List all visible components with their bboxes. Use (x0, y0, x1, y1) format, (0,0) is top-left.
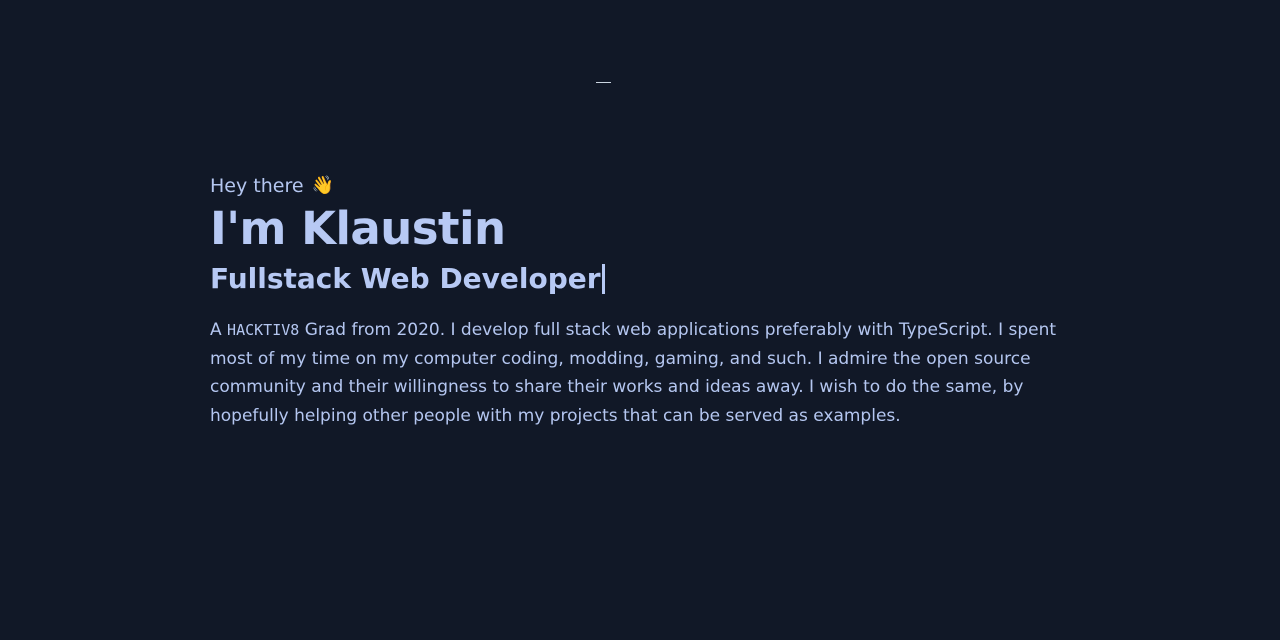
page-title: I'm Klaustin (210, 202, 506, 255)
top-divider-mark (596, 82, 611, 83)
role-subtitle: Fullstack Web Developer (210, 261, 1080, 297)
role-text: Fullstack Web Developer (210, 262, 601, 295)
waving-hand-icon: 👋 (311, 175, 334, 196)
hero-section: Hey there 👋 I'm Klaustin Fullstack Web D… (210, 173, 1080, 430)
bio-prefix: A (210, 320, 228, 340)
school-code: HACKTIV8 (227, 321, 300, 339)
bio-text: Grad from 2020. I develop full stack web… (210, 320, 1057, 426)
greeting-line: Hey there 👋 (210, 173, 1080, 199)
greeting-text: Hey there (210, 175, 304, 197)
page: Hey there 👋 I'm Klaustin Fullstack Web D… (0, 0, 1280, 640)
bio-paragraph: A HACKTIV8 Grad from 2020. I develop ful… (210, 316, 1070, 430)
typing-cursor (601, 264, 605, 294)
